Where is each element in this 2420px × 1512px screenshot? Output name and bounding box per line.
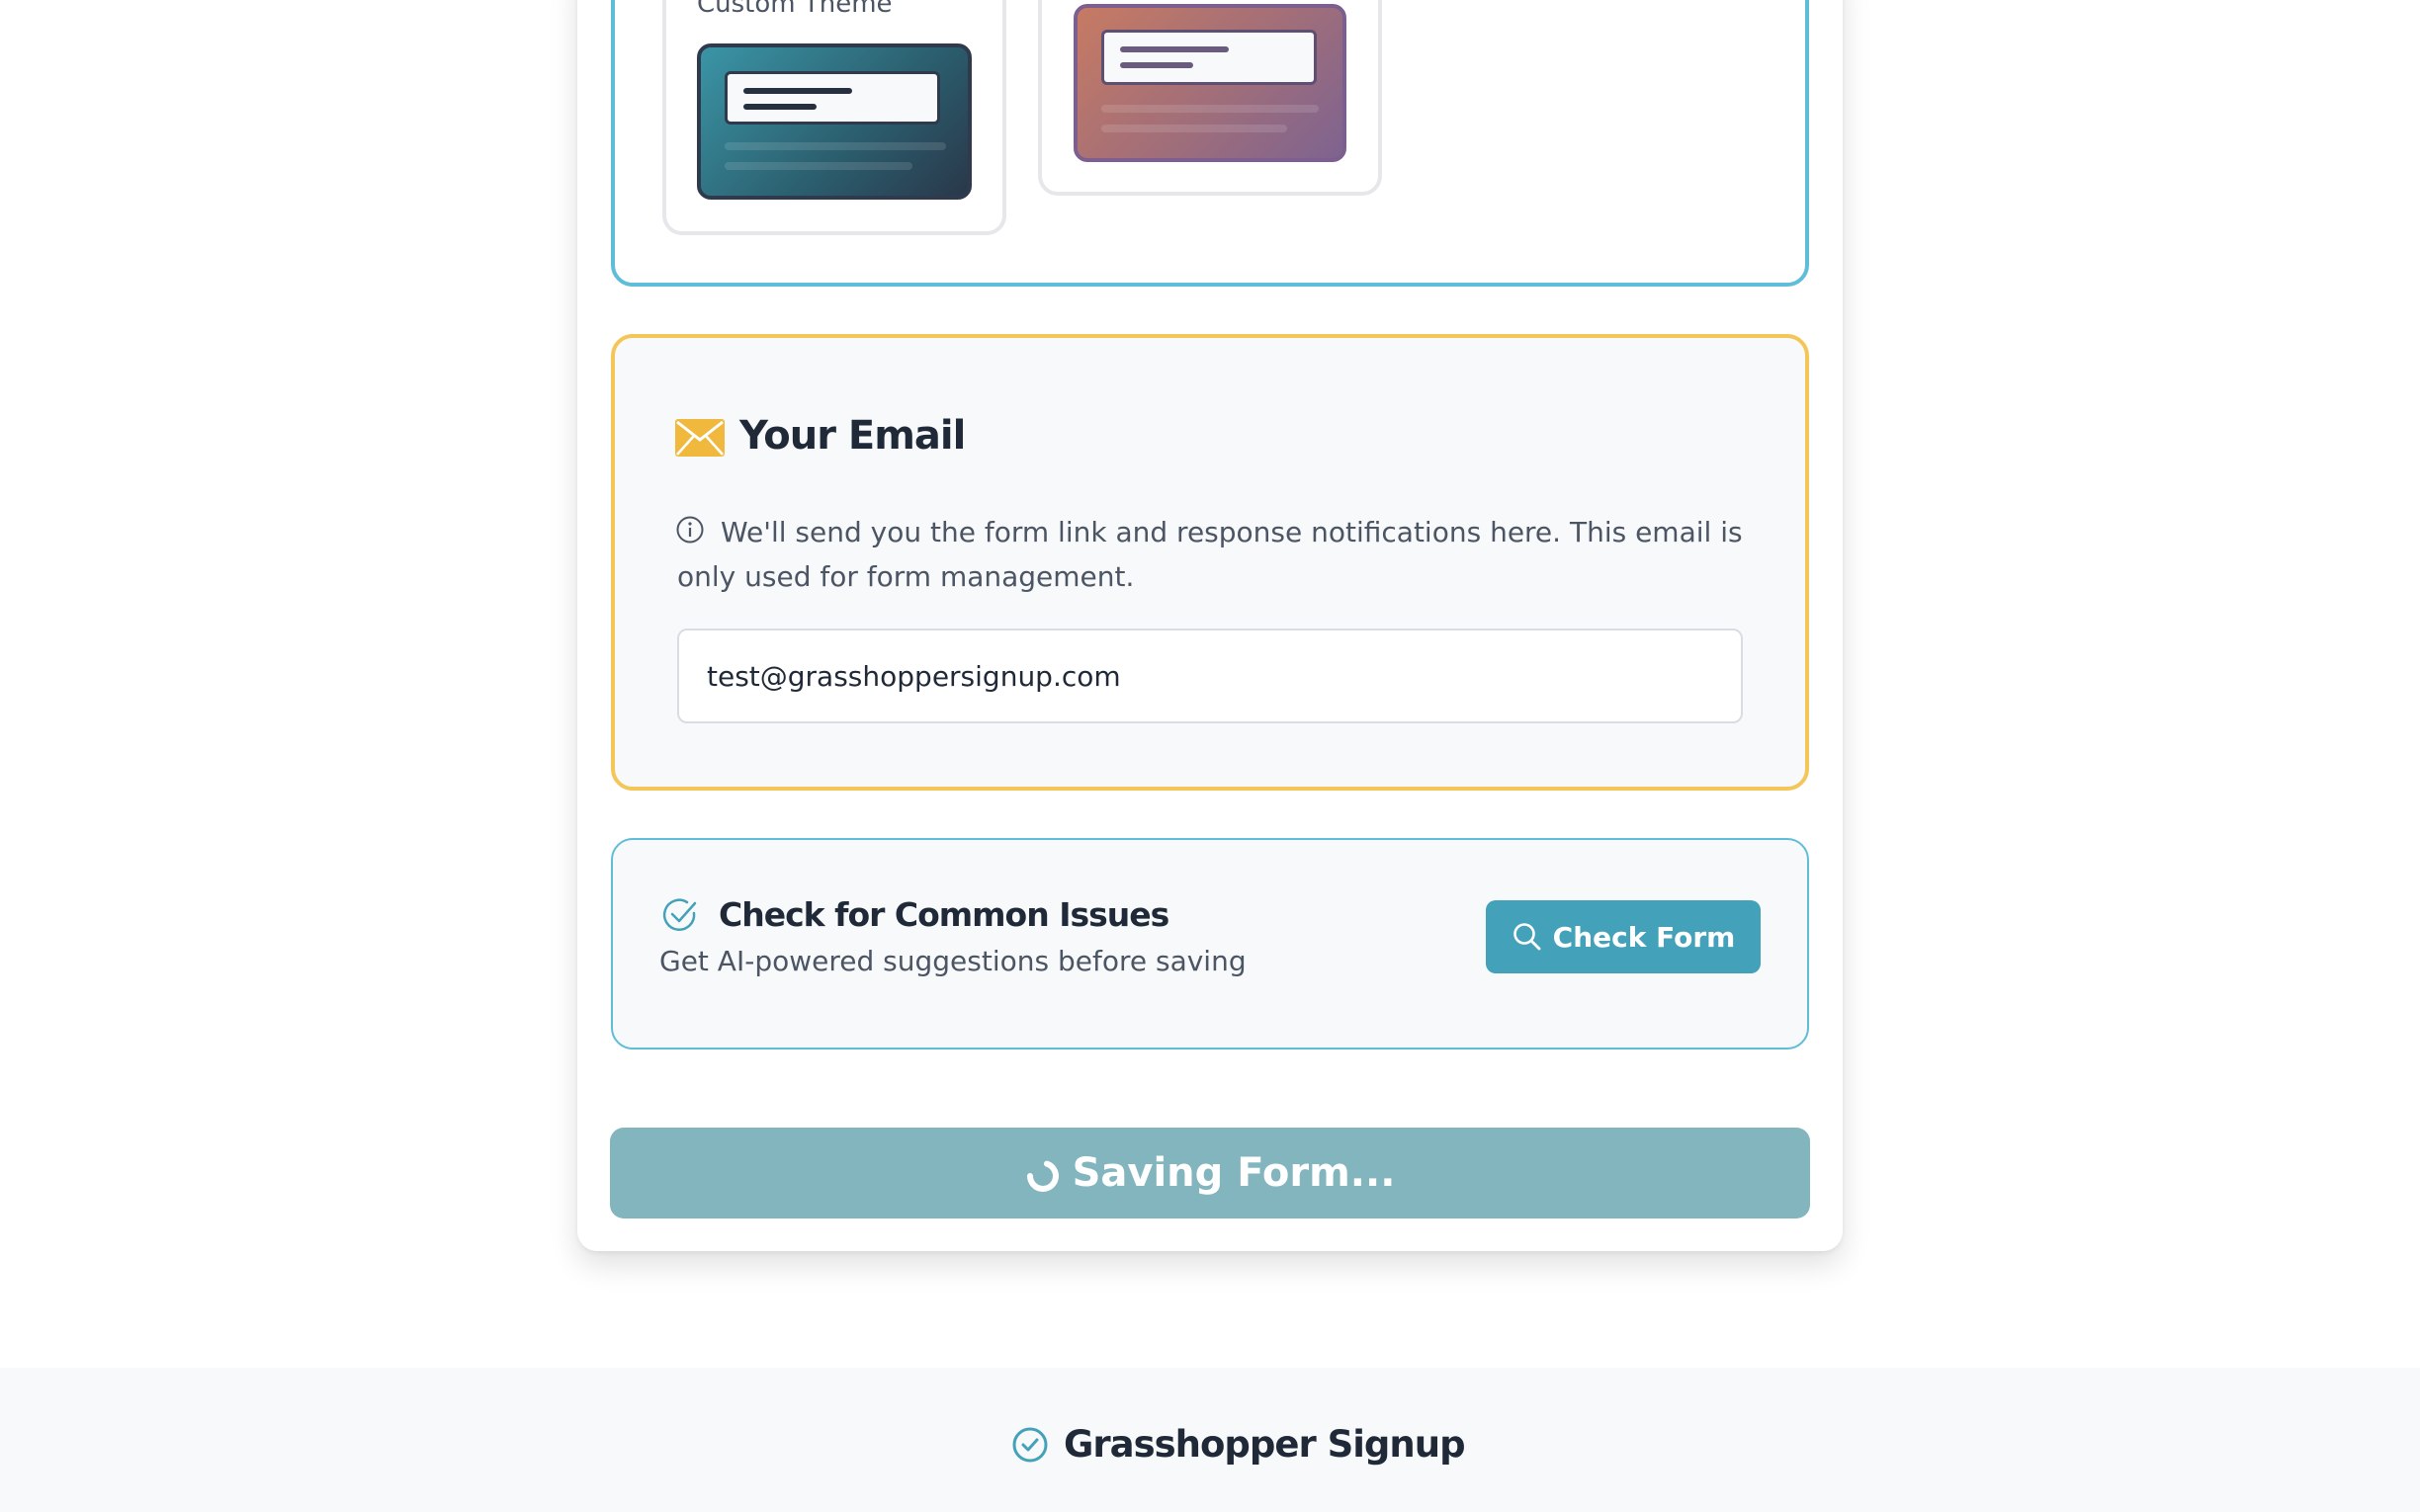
spinner-icon bbox=[1026, 1160, 1059, 1192]
email-help-text: We'll send you the form link and respons… bbox=[677, 516, 1743, 593]
check-circle-icon bbox=[1012, 1427, 1048, 1462]
email-section-title: Your Email bbox=[739, 413, 966, 459]
check-issues-title: Check for Common Issues bbox=[719, 895, 1169, 934]
theme-option-label: Custom Theme bbox=[697, 0, 893, 19]
theme-preview-sunset bbox=[1074, 4, 1346, 162]
email-input[interactable] bbox=[677, 629, 1743, 723]
save-form-button[interactable]: Saving Form... bbox=[610, 1128, 1810, 1218]
check-circle-icon bbox=[662, 898, 697, 931]
search-icon bbox=[1512, 923, 1541, 951]
theme-preview-window bbox=[725, 71, 940, 125]
check-issues-subtitle: Get AI-powered suggestions before saving bbox=[659, 945, 1247, 977]
footer-brand-name: Grasshopper Signup bbox=[1064, 1423, 1466, 1466]
check-form-button-label: Check Form bbox=[1552, 920, 1736, 954]
check-form-button[interactable]: Check Form bbox=[1486, 900, 1761, 973]
footer-brand[interactable]: Grasshopper Signup bbox=[1010, 1423, 1466, 1466]
save-form-button-label: Saving Form... bbox=[1072, 1150, 1396, 1196]
envelope-icon bbox=[675, 419, 725, 457]
theme-preview-window bbox=[1101, 30, 1317, 85]
theme-preview-custom bbox=[697, 43, 972, 200]
